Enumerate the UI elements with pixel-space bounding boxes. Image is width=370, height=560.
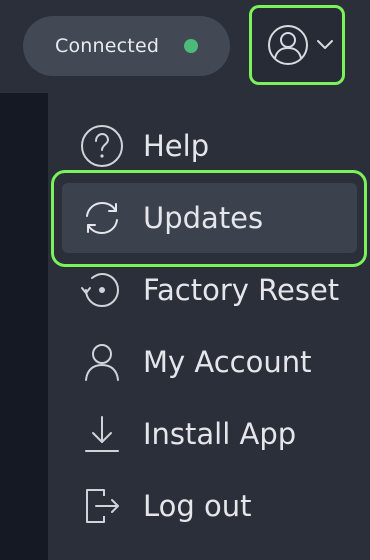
connection-status-label: Connected: [55, 35, 160, 57]
menu-item-install-app[interactable]: Install App: [62, 399, 357, 469]
menu-item-updates-label: Updates: [143, 201, 264, 235]
menu-item-updates[interactable]: Updates: [62, 183, 357, 253]
status-indicator-dot: [184, 39, 198, 53]
user-icon: [80, 340, 124, 384]
refresh-icon: [80, 196, 124, 240]
connection-status: Connected: [23, 16, 230, 76]
top-bar: Connected: [0, 0, 370, 93]
menu-item-install-app-label: Install App: [143, 417, 297, 451]
account-dropdown-menu: Help Updates Factory Reset My Account In…: [48, 93, 370, 560]
chevron-down-icon: [316, 39, 334, 51]
background-panel: [0, 93, 48, 560]
menu-item-my-account-label: My Account: [143, 345, 312, 379]
help-circle-icon: [80, 124, 124, 168]
menu-item-log-out-label: Log out: [143, 489, 252, 523]
menu-item-factory-reset[interactable]: Factory Reset: [62, 255, 357, 325]
menu-item-my-account[interactable]: My Account: [62, 327, 357, 397]
reset-icon: [80, 268, 124, 312]
logout-icon: [80, 484, 124, 528]
menu-item-factory-reset-label: Factory Reset: [143, 273, 340, 307]
user-circle-icon: [267, 24, 309, 66]
menu-item-log-out[interactable]: Log out: [62, 471, 357, 541]
download-icon: [80, 412, 124, 456]
menu-item-help-label: Help: [143, 129, 210, 163]
account-menu-button[interactable]: [249, 5, 345, 85]
menu-item-help[interactable]: Help: [62, 111, 357, 181]
